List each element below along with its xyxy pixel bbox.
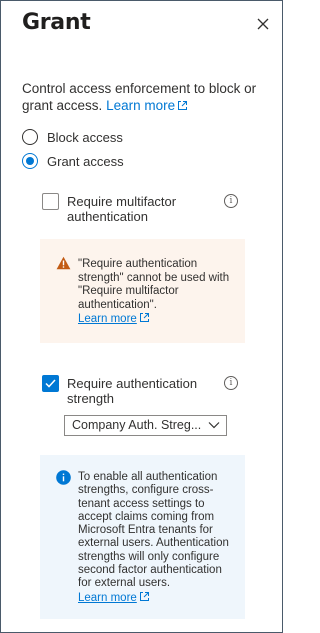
radio-label: Block access [47, 129, 123, 145]
close-icon[interactable] [255, 16, 271, 32]
radio-label: Grant access [47, 153, 124, 169]
learn-more-label: Learn more [106, 98, 176, 113]
dropdown-selected-value: Company Auth. Streg... [72, 418, 202, 432]
grant-panel: Grant Control access enforcement to bloc… [0, 0, 283, 633]
info-icon[interactable]: i [224, 376, 238, 390]
info-text: To enable all authentication strengths, … [78, 471, 229, 590]
external-link-icon [139, 591, 149, 601]
learn-more-label: Learn more [78, 313, 137, 325]
radio-button-selected[interactable] [22, 153, 38, 169]
info-text-block: To enable all authentication strengths, … [78, 471, 238, 605]
mfa-checkbox[interactable] [42, 193, 59, 210]
info-icon[interactable]: i [224, 194, 238, 208]
info-circle-icon [56, 470, 71, 485]
auth-strength-dropdown[interactable]: Company Auth. Streg... [64, 415, 227, 436]
warning-text-block: "Require authentication strength" cannot… [78, 258, 243, 327]
mfa-label: Require multifactor authentication [67, 194, 177, 224]
info-learn-more-link[interactable]: Learn more [78, 591, 150, 604]
warning-learn-more-link[interactable]: Learn more [78, 313, 150, 325]
info-message: To enable all authentication strengths, … [40, 455, 245, 619]
panel-description: Control access enforcement to block or g… [22, 80, 268, 114]
learn-more-label: Learn more [78, 591, 137, 604]
chevron-down-icon [208, 422, 220, 429]
external-link-icon [139, 313, 149, 322]
auth-strength-checkbox[interactable] [42, 375, 59, 392]
radio-button[interactable] [22, 129, 38, 145]
radio-block-access[interactable]: Block access [22, 129, 123, 145]
external-link-icon [178, 101, 188, 110]
auth-strength-label: Require authentication strength [67, 376, 198, 406]
warning-message: "Require authentication strength" cannot… [40, 239, 245, 343]
warning-text: "Require authentication strength" cannot… [78, 258, 230, 311]
learn-more-link[interactable]: Learn more [106, 98, 188, 113]
radio-grant-access[interactable]: Grant access [22, 153, 124, 169]
panel-title: Grant [22, 10, 91, 35]
checkmark-icon [45, 379, 56, 388]
warning-icon [56, 256, 71, 270]
